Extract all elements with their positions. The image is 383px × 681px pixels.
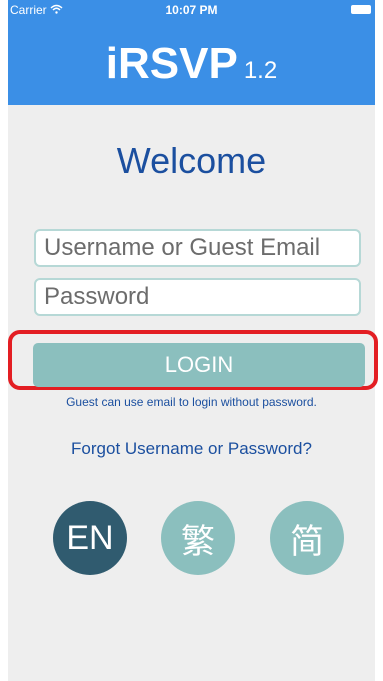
language-en-button[interactable]: EN: [53, 501, 127, 575]
login-button[interactable]: LOGIN: [33, 343, 365, 387]
app-screen: Carrier 10:07 PM iRSVP1.2 Welcome LOGIN …: [0, 0, 383, 681]
app-name: iRSVP: [105, 39, 238, 88]
language-traditional-chinese-button[interactable]: 繁: [161, 501, 235, 575]
status-time: 10:07 PM: [165, 3, 218, 17]
login-panel: Welcome LOGIN Guest can use email to log…: [8, 105, 378, 681]
app-title: iRSVP 1.2: [8, 22, 375, 112]
app-version: 1.2: [243, 57, 278, 84]
guest-login-note: Guest can use email to login without pas…: [66, 395, 317, 409]
language-simplified-chinese-button[interactable]: 简: [270, 501, 344, 575]
welcome-heading: Welcome: [116, 140, 267, 181]
username-input[interactable]: [34, 229, 361, 267]
status-bar: Carrier 10:07 PM: [8, 0, 375, 22]
password-input[interactable]: [34, 278, 361, 316]
battery-icon: [351, 5, 371, 14]
app-header: iRSVP 1.2: [8, 22, 375, 105]
forgot-credentials-link[interactable]: Forgot Username or Password?: [8, 439, 375, 459]
